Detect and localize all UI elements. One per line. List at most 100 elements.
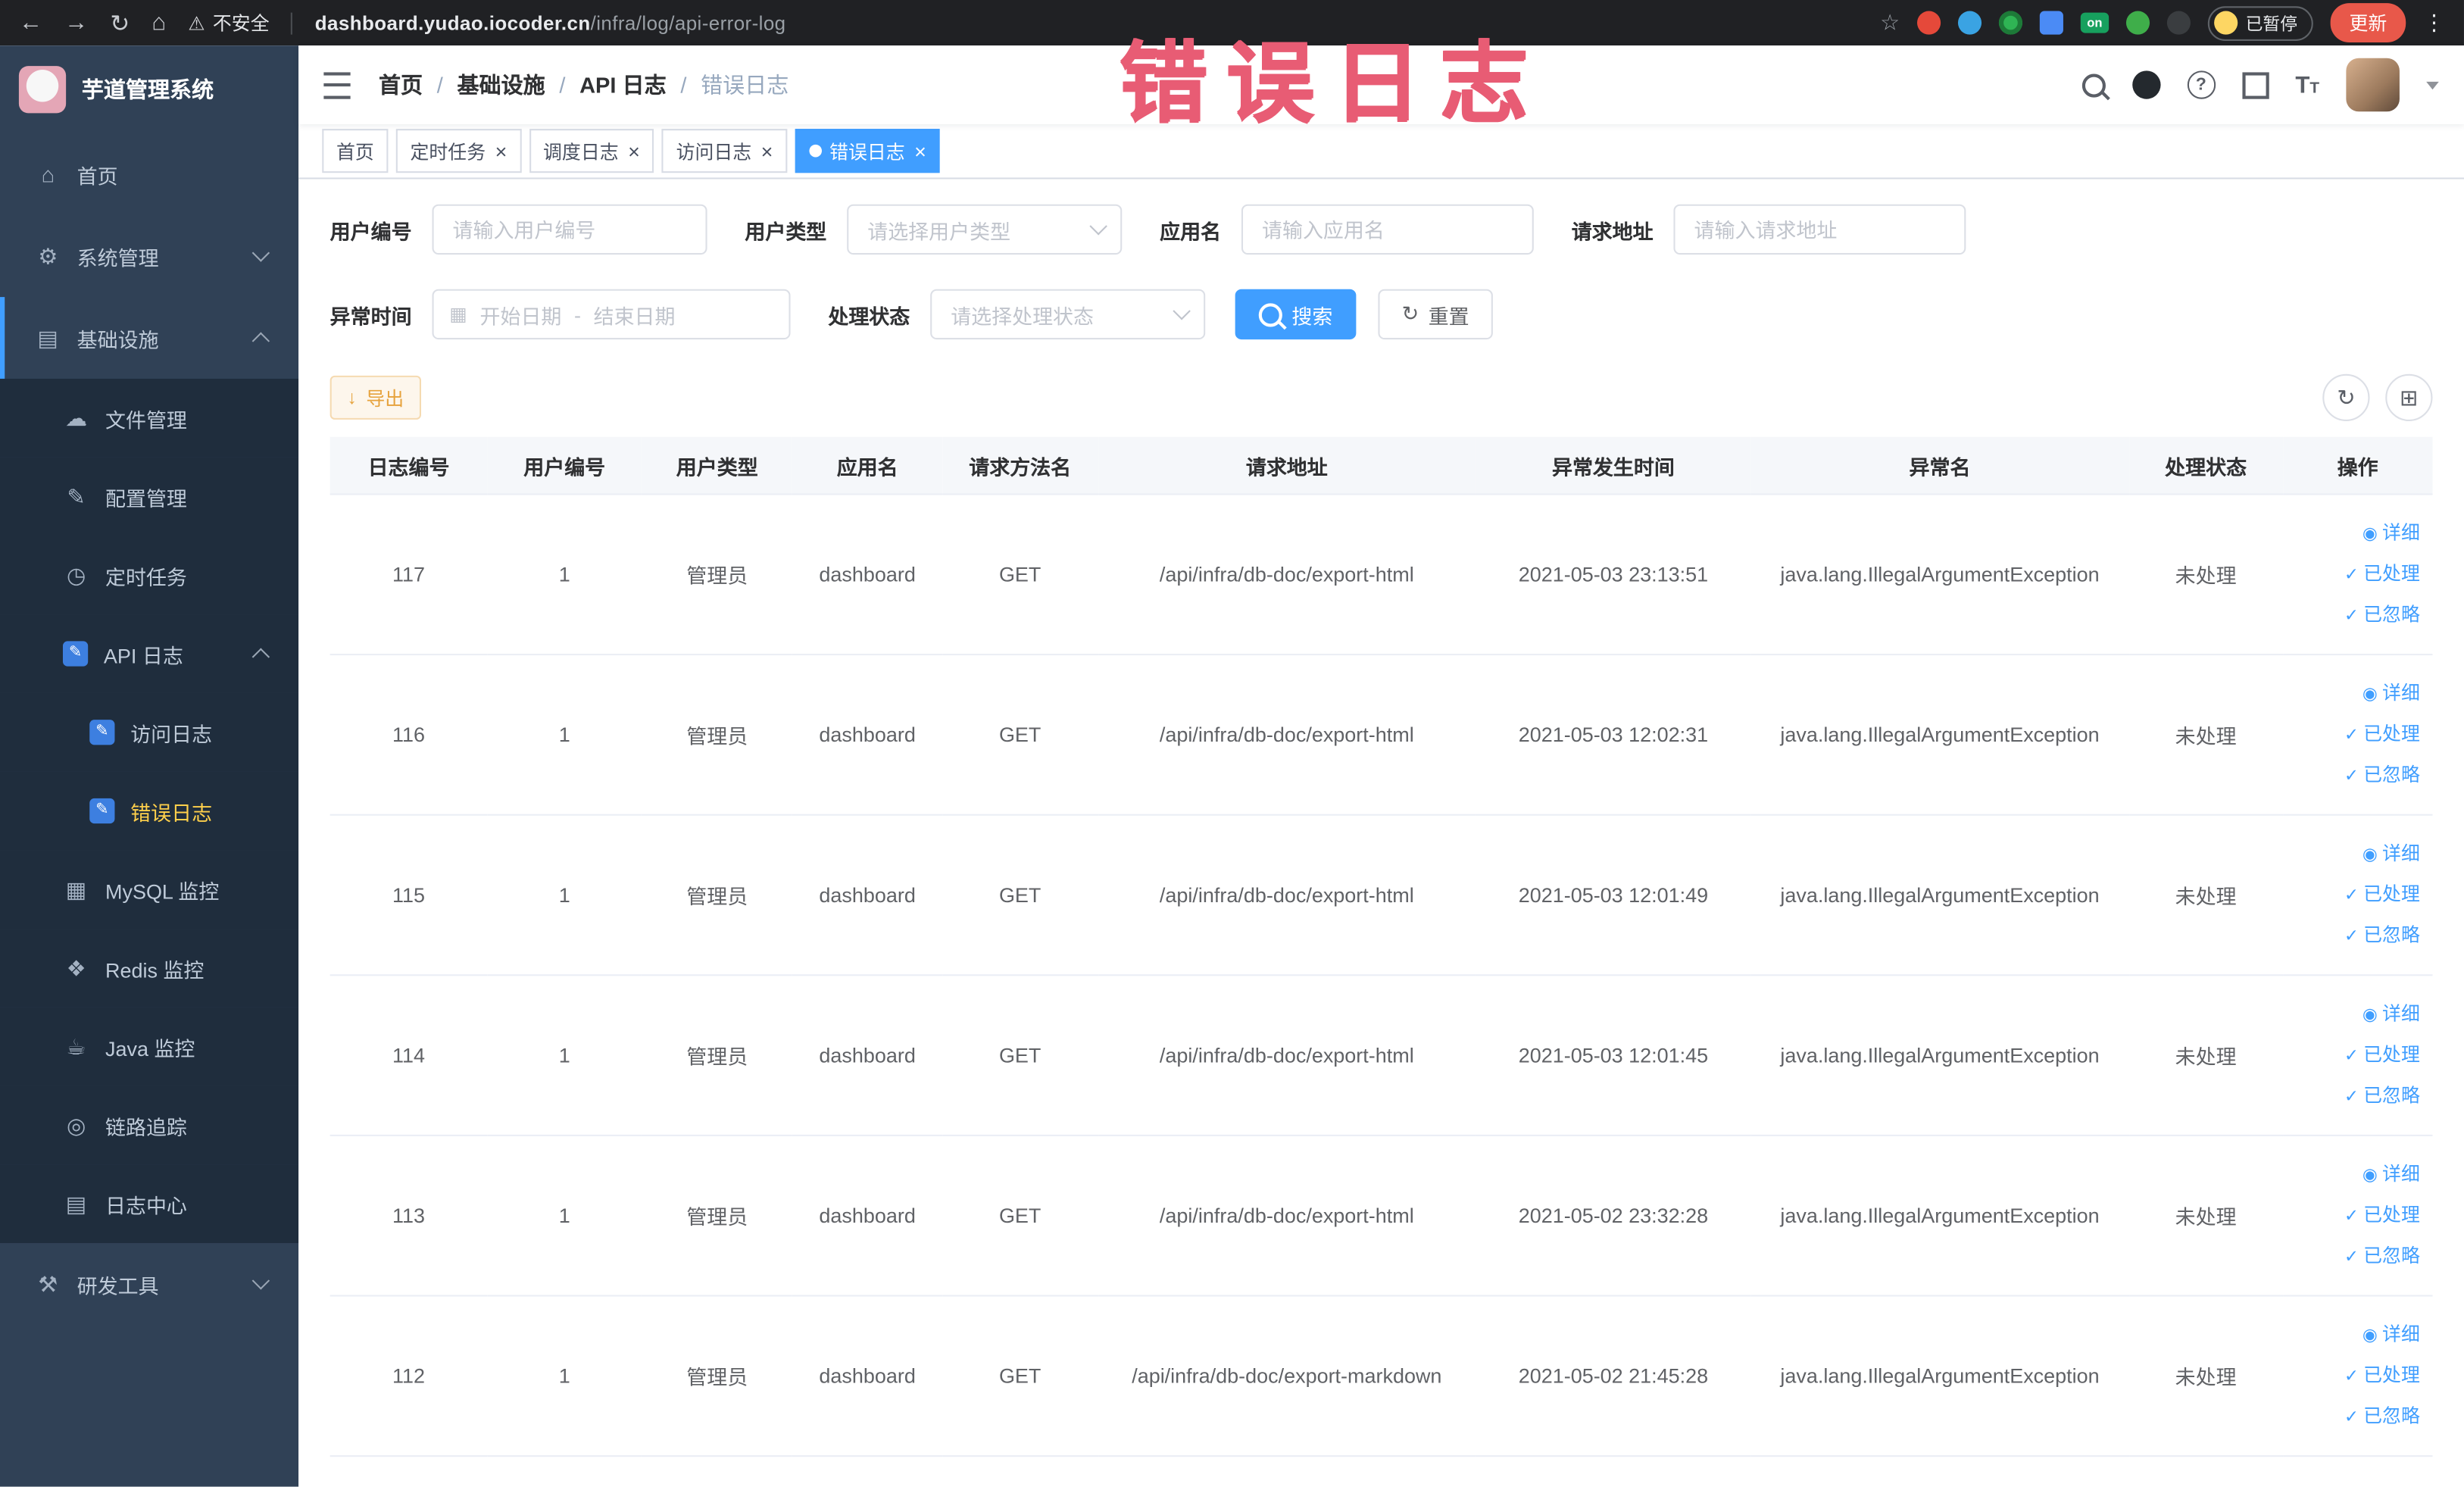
back-icon[interactable]: ← xyxy=(19,9,42,36)
ignored-link[interactable]: ✓ 已忽略 xyxy=(2289,915,2420,956)
sidebar-item-tasks[interactable]: ◷ 定时任务 xyxy=(0,536,299,615)
close-icon[interactable]: × xyxy=(628,141,640,161)
processed-link[interactable]: ✓ 已处理 xyxy=(2289,1355,2420,1396)
close-icon[interactable]: × xyxy=(495,141,507,161)
tab-1[interactable]: 首页 xyxy=(322,129,389,173)
processed-link[interactable]: ✓ 已处理 xyxy=(2289,1195,2420,1236)
reset-button[interactable]: ↻ 重置 xyxy=(1378,289,1493,340)
export-button[interactable]: ↓ 导出 xyxy=(329,375,422,420)
breadcrumb-link[interactable]: API 日志 xyxy=(579,72,667,97)
reload-icon[interactable]: ↻ xyxy=(110,8,130,36)
sidebar-item-java[interactable]: ☕ Java 监控 xyxy=(0,1007,299,1086)
sidebar-item-files[interactable]: ☁ 文件管理 xyxy=(0,378,299,458)
process-status-select[interactable]: 请选择处理状态 xyxy=(930,289,1206,340)
github-icon[interactable] xyxy=(2131,70,2160,99)
extension-icon[interactable] xyxy=(2039,11,2063,35)
breadcrumb-separator: / xyxy=(680,72,687,98)
sidebar-item-log-center[interactable]: ▤ 日志中心 xyxy=(0,1164,299,1244)
ignored-link[interactable]: ✓ 已忽略 xyxy=(2289,595,2420,636)
avatar[interactable] xyxy=(2346,58,2400,112)
detail-link[interactable]: ◉ 详细 xyxy=(2289,994,2420,1035)
breadcrumb-link[interactable]: 基础设施 xyxy=(457,72,545,97)
sidebar-item-label: 访问日志 xyxy=(130,722,213,746)
user-type-select[interactable]: 请选择用户类型 xyxy=(847,204,1123,255)
detail-link[interactable]: ◉ 详细 xyxy=(2289,834,2420,875)
detail-link[interactable]: ◉ 详细 xyxy=(2289,513,2420,554)
user-id-input[interactable] xyxy=(432,204,707,255)
table-row: 115 1 管理员 dashboard GET /api/infra/db-do… xyxy=(329,814,2433,976)
processed-link[interactable]: ✓ 已处理 xyxy=(2289,875,2420,916)
tab-5[interactable]: 错误日志 × xyxy=(795,129,941,173)
close-icon[interactable]: × xyxy=(761,141,773,161)
ignored-link[interactable]: ✓ 已忽略 xyxy=(2289,755,2420,796)
processed-link[interactable]: ✓ 已处理 xyxy=(2289,714,2420,755)
sidebar-item-trace[interactable]: ◎ 链路追踪 xyxy=(0,1086,299,1165)
hamburger-icon[interactable] xyxy=(323,71,351,98)
tab-2[interactable]: 定时任务 × xyxy=(395,129,521,173)
update-button[interactable]: 更新 xyxy=(2330,3,2406,43)
table-row: 116 1 管理员 dashboard GET /api/infra/db-do… xyxy=(329,654,2433,816)
bookmark-star-icon[interactable]: ☆ xyxy=(1880,9,1900,36)
processed-link[interactable]: ✓ 已处理 xyxy=(2289,554,2420,595)
extension-icon[interactable] xyxy=(2125,11,2150,35)
extension-icon[interactable] xyxy=(1998,11,2022,35)
ignored-link[interactable]: ✓ 已忽略 xyxy=(2289,1396,2420,1437)
help-icon[interactable]: ? xyxy=(2187,70,2216,99)
request-url-input[interactable] xyxy=(1673,204,1966,255)
column-header: 用户编号 xyxy=(487,436,642,495)
sidebar-item-error-log[interactable]: ✎ 错误日志 xyxy=(0,771,299,851)
detail-link[interactable]: ◉ 详细 xyxy=(2289,1314,2420,1355)
refresh-button[interactable]: ↻ xyxy=(2322,373,2370,421)
fullscreen-icon[interactable] xyxy=(2241,71,2269,98)
sidebar-item-config[interactable]: ✎ 配置管理 xyxy=(0,457,299,536)
browser-toolbar: ← → ↻ ⌂ ⚠ 不安全 dashboard.yudao.iocoder.cn… xyxy=(0,0,2464,46)
sidebar-item-access-log[interactable]: ✎ 访问日志 xyxy=(0,692,299,772)
sidebar-item-label: Redis 监控 xyxy=(105,957,205,982)
cell-log-id: 117 xyxy=(329,494,488,656)
address-bar[interactable]: dashboard.yudao.iocoder.cn/infra/log/api… xyxy=(315,12,786,34)
sidebar-item-label: 链路追踪 xyxy=(105,1114,187,1139)
font-size-icon[interactable]: TT xyxy=(2295,71,2319,98)
cell-exception-name: java.lang.IllegalArgumentException xyxy=(1750,814,2129,976)
search-button[interactable]: 搜索 xyxy=(1235,289,1357,340)
app-name-input[interactable] xyxy=(1241,204,1534,255)
exception-time-range[interactable]: ▦ 开始日期 - 结束日期 xyxy=(432,289,791,340)
cell-log-id: 113 xyxy=(329,1135,488,1297)
menu-kebab-icon[interactable]: ⋮ xyxy=(2423,9,2445,36)
sidebar-item-redis[interactable]: ❖ Redis 监控 xyxy=(0,929,299,1007)
search-icon[interactable] xyxy=(2081,73,2106,97)
chevron-down-icon xyxy=(1089,217,1107,236)
close-icon[interactable]: × xyxy=(914,141,926,161)
sidebar-item-home[interactable]: ⌂ 首页 xyxy=(0,133,298,215)
tab-3[interactable]: 调度日志 × xyxy=(529,129,654,173)
sidebar-item-mysql[interactable]: ▦ MySQL 监控 xyxy=(0,850,299,929)
eye-icon: ◉ xyxy=(2362,523,2378,543)
column-settings-button[interactable]: ⊞ xyxy=(2385,373,2433,421)
extension-icon[interactable] xyxy=(1916,11,1941,35)
tab-label: 调度日志 xyxy=(543,140,619,163)
tasks-icon: ◷ xyxy=(66,561,86,587)
sidebar-item-system[interactable]: ⚙ 系统管理 xyxy=(0,215,298,297)
logo[interactable]: 芋道管理系统 xyxy=(0,45,298,133)
extension-on-icon[interactable]: on xyxy=(2080,12,2110,33)
detail-link[interactable]: ◉ 详细 xyxy=(2289,1154,2420,1195)
ignored-link[interactable]: ✓ 已忽略 xyxy=(2289,1076,2420,1117)
breadcrumb-link[interactable]: 首页 xyxy=(379,72,423,97)
processed-link[interactable]: ✓ 已处理 xyxy=(2289,1035,2420,1076)
cell-user-type: 管理员 xyxy=(642,1295,793,1457)
cell-exception-time: 2021-05-03 12:02:31 xyxy=(1476,654,1751,816)
chevron-down-icon[interactable] xyxy=(2426,80,2439,89)
tab-4[interactable]: 访问日志 × xyxy=(661,129,788,173)
security-indicator[interactable]: ⚠ 不安全 xyxy=(188,9,269,36)
ignored-link[interactable]: ✓ 已忽略 xyxy=(2289,1236,2420,1277)
extension-icon[interactable] xyxy=(1957,11,1982,35)
home-icon[interactable]: ⌂ xyxy=(151,9,166,36)
sidebar-item-infra[interactable]: ▤ 基础设施 xyxy=(0,297,298,379)
sidebar-item-api-log[interactable]: ✎ API 日志 xyxy=(0,614,299,693)
profile-badge[interactable]: 已暂停 xyxy=(2207,5,2313,40)
cell-request-url: /api/infra/db-doc/export-html xyxy=(1098,494,1476,656)
forward-icon[interactable]: → xyxy=(64,9,88,36)
sidebar-item-devtools[interactable]: ⚒ 研发工具 xyxy=(0,1243,298,1325)
extension-icon[interactable] xyxy=(2166,11,2191,35)
detail-link[interactable]: ◉ 详细 xyxy=(2289,673,2420,714)
